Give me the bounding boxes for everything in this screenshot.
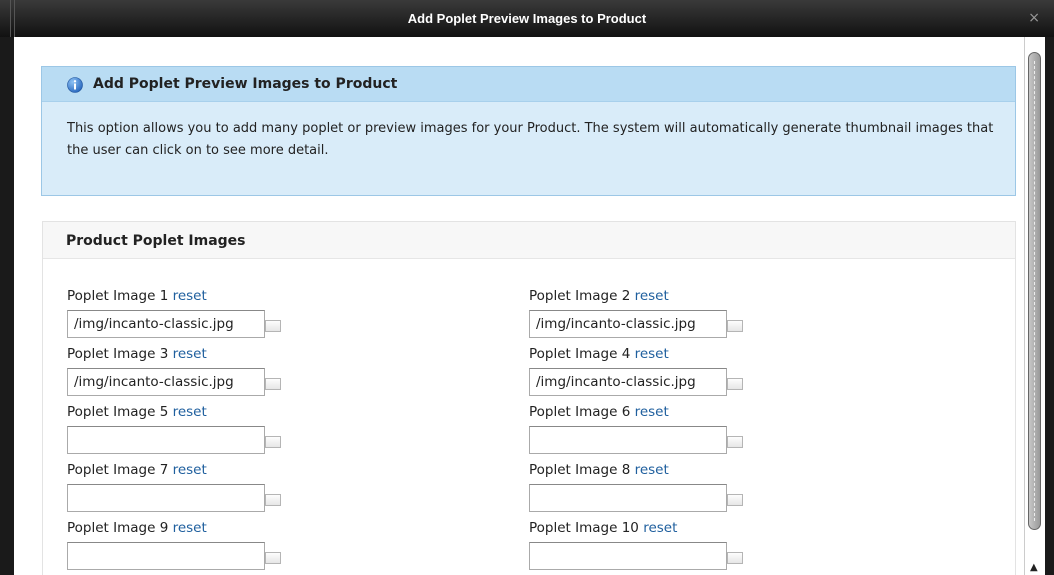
poplet-image-label: Poplet Image 5 reset [67, 403, 367, 421]
image-picker-button[interactable] [265, 436, 281, 448]
poplet-image-label: Poplet Image 1 reset [67, 287, 367, 305]
poplet-image-path-input[interactable] [67, 426, 265, 454]
info-title: Add Poplet Preview Images to Product [93, 76, 398, 92]
poplet-image-field-3: Poplet Image 3 reset [67, 345, 367, 398]
poplet-image-input-row [67, 426, 367, 456]
reset-link[interactable]: reset [643, 520, 677, 536]
image-picker-button[interactable] [265, 320, 281, 332]
poplet-image-label-text: Poplet Image 4 [529, 346, 631, 362]
image-picker-button[interactable] [265, 378, 281, 390]
image-picker-button[interactable] [727, 552, 743, 564]
poplet-image-field-9: Poplet Image 9 reset [67, 519, 367, 572]
poplet-image-field-6: Poplet Image 6 reset [529, 403, 829, 456]
poplet-image-label: Poplet Image 8 reset [529, 461, 829, 479]
poplet-image-label: Poplet Image 10 reset [529, 519, 829, 537]
image-picker-button[interactable] [265, 494, 281, 506]
window-edge [1045, 37, 1054, 575]
poplet-image-field-5: Poplet Image 5 reset [67, 403, 367, 456]
poplet-image-input-row [529, 542, 829, 572]
poplet-image-input-row [67, 368, 367, 398]
product-poplet-images-panel: Product Poplet Images Poplet Image 1 res… [42, 221, 1016, 575]
poplet-image-field-1: Poplet Image 1 reset [67, 287, 367, 340]
reset-link[interactable]: reset [173, 346, 207, 362]
image-picker-button[interactable] [727, 378, 743, 390]
info-icon [67, 77, 83, 93]
reset-link[interactable]: reset [173, 404, 207, 420]
poplet-image-label: Poplet Image 2 reset [529, 287, 829, 305]
poplet-image-label-text: Poplet Image 1 [67, 288, 169, 304]
poplet-image-input-row [67, 310, 367, 340]
poplet-image-path-input[interactable] [67, 542, 265, 570]
poplet-image-label-text: Poplet Image 3 [67, 346, 169, 362]
poplet-image-label-text: Poplet Image 6 [529, 404, 631, 420]
info-description: This option allows you to add many pople… [67, 121, 994, 158]
reset-link[interactable]: reset [635, 288, 669, 304]
poplet-image-label-text: Poplet Image 9 [67, 520, 169, 536]
reset-link[interactable]: reset [173, 462, 207, 478]
reset-link[interactable]: reset [635, 346, 669, 362]
poplet-image-path-input[interactable] [529, 368, 727, 396]
poplet-image-input-row [67, 542, 367, 572]
poplet-image-input-row [529, 310, 829, 340]
poplet-image-label-text: Poplet Image 8 [529, 462, 631, 478]
scroll-down-icon[interactable]: ▲ [1030, 563, 1038, 573]
scrollbar-thumb[interactable] [1028, 52, 1041, 530]
poplet-image-field-10: Poplet Image 10 reset [529, 519, 829, 572]
dialog-title: Add Poplet Preview Images to Product [407, 11, 647, 26]
info-box: Add Poplet Preview Images to Product Thi… [41, 66, 1016, 196]
poplet-image-path-input[interactable] [529, 484, 727, 512]
image-picker-button[interactable] [265, 552, 281, 564]
poplet-image-label-text: Poplet Image 2 [529, 288, 631, 304]
poplet-image-input-row [529, 426, 829, 456]
reset-link[interactable]: reset [635, 462, 669, 478]
poplet-image-label-text: Poplet Image 10 [529, 520, 639, 536]
reset-link[interactable]: reset [173, 288, 207, 304]
poplet-image-label: Poplet Image 9 reset [67, 519, 367, 537]
poplet-image-field-8: Poplet Image 8 reset [529, 461, 829, 514]
poplet-image-label-text: Poplet Image 5 [67, 404, 169, 420]
info-box-header: Add Poplet Preview Images to Product [42, 67, 1015, 102]
poplet-image-field-4: Poplet Image 4 reset [529, 345, 829, 398]
poplet-image-label: Poplet Image 3 reset [67, 345, 367, 363]
poplet-image-field-7: Poplet Image 7 reset [67, 461, 367, 514]
poplet-image-field-2: Poplet Image 2 reset [529, 287, 829, 340]
scrollbar[interactable]: ▲ [1024, 37, 1045, 575]
panel-title: Product Poplet Images [66, 233, 246, 249]
panel-header: Product Poplet Images [43, 222, 1015, 259]
poplet-image-path-input[interactable] [529, 310, 727, 338]
poplet-image-path-input[interactable] [529, 542, 727, 570]
reset-link[interactable]: reset [173, 520, 207, 536]
reset-link[interactable]: reset [635, 404, 669, 420]
poplet-image-label-text: Poplet Image 7 [67, 462, 169, 478]
dialog-content: Add Poplet Preview Images to Product Thi… [14, 37, 1024, 575]
poplet-image-input-row [529, 368, 829, 398]
title-bar: Add Poplet Preview Images to Product × [0, 0, 1054, 37]
poplet-image-input-row [67, 484, 367, 514]
close-icon[interactable]: × [1028, 0, 1040, 37]
poplet-image-label: Poplet Image 7 reset [67, 461, 367, 479]
poplet-image-path-input[interactable] [529, 426, 727, 454]
poplet-image-input-row [529, 484, 829, 514]
poplet-image-label: Poplet Image 6 reset [529, 403, 829, 421]
image-picker-button[interactable] [727, 494, 743, 506]
poplet-image-path-input[interactable] [67, 310, 265, 338]
image-picker-button[interactable] [727, 320, 743, 332]
image-picker-button[interactable] [727, 436, 743, 448]
poplet-image-path-input[interactable] [67, 484, 265, 512]
poplet-image-label: Poplet Image 4 reset [529, 345, 829, 363]
poplet-image-path-input[interactable] [67, 368, 265, 396]
